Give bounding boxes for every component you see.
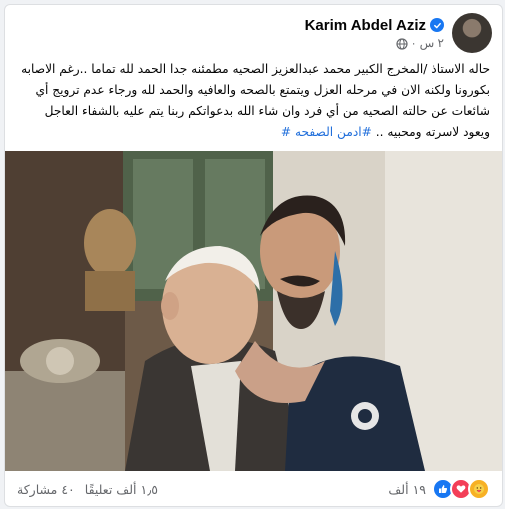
globe-icon — [395, 37, 408, 50]
post-card: Karim Abdel Aziz ٢ س · حاله الاستاذ /الم… — [4, 4, 503, 507]
post-footer: ١٫٥ ألف تعليقًا ٤٠ مشاركة ١٩ ألف — [17, 477, 490, 501]
post-time[interactable]: ٢ س — [420, 36, 444, 50]
verified-badge-icon — [430, 18, 444, 32]
post-photo[interactable] — [5, 151, 502, 471]
care-icon — [468, 478, 490, 500]
reactions-summary[interactable]: ١٩ ألف — [388, 478, 490, 500]
author-row: Karim Abdel Aziz — [305, 17, 444, 34]
author-name[interactable]: Karim Abdel Aziz — [305, 17, 426, 34]
reactions-count[interactable]: ١٩ ألف — [388, 482, 426, 497]
hashtag-link[interactable]: #ادمن الصفحه # — [281, 125, 372, 139]
comments-count[interactable]: ١٫٥ ألف تعليقًا — [85, 482, 158, 497]
meta-separator: · — [411, 35, 416, 50]
author-block: Karim Abdel Aziz ٢ س · — [305, 17, 444, 50]
post-meta: ٢ س · — [395, 35, 444, 50]
post-header: Karim Abdel Aziz ٢ س · — [305, 13, 492, 53]
shares-count[interactable]: ٤٠ مشاركة — [17, 482, 75, 497]
post-text: حاله الاستاذ /المخرج الكبير محمد عبدالعز… — [17, 59, 490, 143]
reaction-icons — [432, 478, 490, 500]
photo-illustration — [5, 151, 502, 471]
post-body: حاله الاستاذ /المخرج الكبير محمد عبدالعز… — [21, 62, 490, 139]
engagement-counts: ١٫٥ ألف تعليقًا ٤٠ مشاركة — [17, 482, 158, 497]
author-avatar[interactable] — [452, 13, 492, 53]
